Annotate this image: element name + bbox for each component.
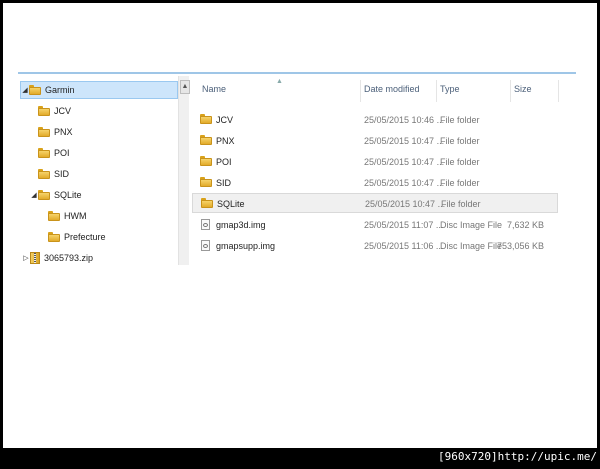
file-date: 25/05/2015 11:06 ... [364,241,444,251]
folder-icon [200,156,212,166]
column-divider[interactable] [510,80,511,102]
file-date: 25/05/2015 11:07 ... [364,220,444,230]
file-name: PNX [216,136,235,146]
file-row-gmapsupp[interactable]: gmapsupp.img 25/05/2015 11:06 ... Disc I… [192,236,558,256]
file-type: File folder [441,199,481,209]
file-size: 753,056 KB [496,241,544,251]
tree-item-hwm[interactable]: HWM [40,207,87,225]
file-name: gmapsupp.img [216,241,276,251]
folder-icon [38,169,50,179]
tree-item-label: Prefecture [64,232,106,242]
folder-icon [29,85,41,95]
tree-item-jcv[interactable]: JCV [30,102,71,120]
image-frame: ◢ Garmin JCV PNX POI SID ◢ SQLite HWM Pr… [3,3,597,448]
tree-item-sid[interactable]: SID [30,165,69,183]
file-date: 25/05/2015 10:46 ... [364,115,445,125]
file-type: File folder [440,115,480,125]
file-row-sid[interactable]: SID 25/05/2015 10:47 ... File folder [192,173,558,193]
file-name: SQLite [217,199,245,209]
column-divider[interactable] [360,80,361,102]
file-type: Disc Image File [440,241,503,251]
sort-ascending-icon: ▲ [276,78,283,85]
folder-icon [38,127,50,137]
file-list: ▲ Name Date modified Type Size JCV 25/05… [190,76,576,265]
expand-caret-icon[interactable]: ◢ [30,191,38,199]
folder-icon [38,148,50,158]
tree-item-label: SID [54,169,70,179]
expand-caret-icon[interactable]: ◢ [21,86,29,94]
file-name: POI [216,157,232,167]
file-row-jcv[interactable]: JCV 25/05/2015 10:46 ... File folder [192,110,558,130]
folder-icon [38,106,50,116]
file-size: 7,632 KB [506,220,544,230]
disc-image-icon [201,240,210,251]
file-explorer-window: ◢ Garmin JCV PNX POI SID ◢ SQLite HWM Pr… [18,72,576,265]
file-date: 25/05/2015 10:47 ... [364,136,445,146]
file-date: 25/05/2015 10:47 ... [364,178,445,188]
tree-item-label: 3065793.zip [44,253,94,263]
navigation-tree: ◢ Garmin JCV PNX POI SID ◢ SQLite HWM Pr… [18,76,178,265]
file-type: File folder [440,136,480,146]
folder-icon [38,190,50,200]
folder-icon [200,135,212,145]
file-type: File folder [440,178,480,188]
column-header-size[interactable]: Size [514,84,532,94]
file-row-sqlite[interactable]: SQLite 25/05/2015 10:47 ... File folder [192,193,558,213]
file-row-poi[interactable]: POI 25/05/2015 10:47 ... File folder [192,152,558,172]
tree-item-label: SQLite [54,190,82,200]
tree-item-prefecture[interactable]: Prefecture [40,228,106,246]
folder-icon [48,211,60,221]
tree-scrollbar[interactable]: ▲ [178,76,190,265]
file-date: 25/05/2015 10:47 ... [365,199,446,209]
tree-item-poi[interactable]: POI [30,144,70,162]
expand-caret-icon[interactable]: ▷ [22,254,30,262]
watermark-text: [960x720]http://upic.me/ [438,450,597,463]
file-type: File folder [440,157,480,167]
tree-item-label: PNX [54,127,73,137]
tree-item-label: JCV [54,106,72,116]
file-name: gmap3d.img [216,220,266,230]
folder-icon [201,198,213,208]
folder-icon [200,114,212,124]
file-name: JCV [216,115,234,125]
file-type: Disc Image File [440,220,503,230]
zip-icon [30,252,40,264]
folder-icon [200,177,212,187]
file-row-gmap3d[interactable]: gmap3d.img 25/05/2015 11:07 ... Disc Ima… [192,215,558,235]
column-header-name[interactable]: Name [202,84,226,94]
file-row-pnx[interactable]: PNX 25/05/2015 10:47 ... File folder [192,131,558,151]
column-divider[interactable] [436,80,437,102]
tree-item-sqlite[interactable]: ◢ SQLite [30,186,82,204]
column-header-date[interactable]: Date modified [364,84,420,94]
folder-icon [48,232,60,242]
tree-item-label: HWM [64,211,87,221]
tree-item-garmin[interactable]: ◢ Garmin [20,81,178,99]
tree-item-pnx[interactable]: PNX [30,123,73,141]
file-name: SID [216,178,232,188]
column-header-type[interactable]: Type [440,84,460,94]
tree-item-zip[interactable]: ▷ 3065793.zip [22,249,93,267]
tree-item-label: Garmin [45,85,75,95]
tree-item-label: POI [54,148,70,158]
column-divider[interactable] [558,80,559,102]
file-date: 25/05/2015 10:47 ... [364,157,445,167]
scroll-up-icon[interactable]: ▲ [180,80,190,94]
disc-image-icon [201,219,210,230]
